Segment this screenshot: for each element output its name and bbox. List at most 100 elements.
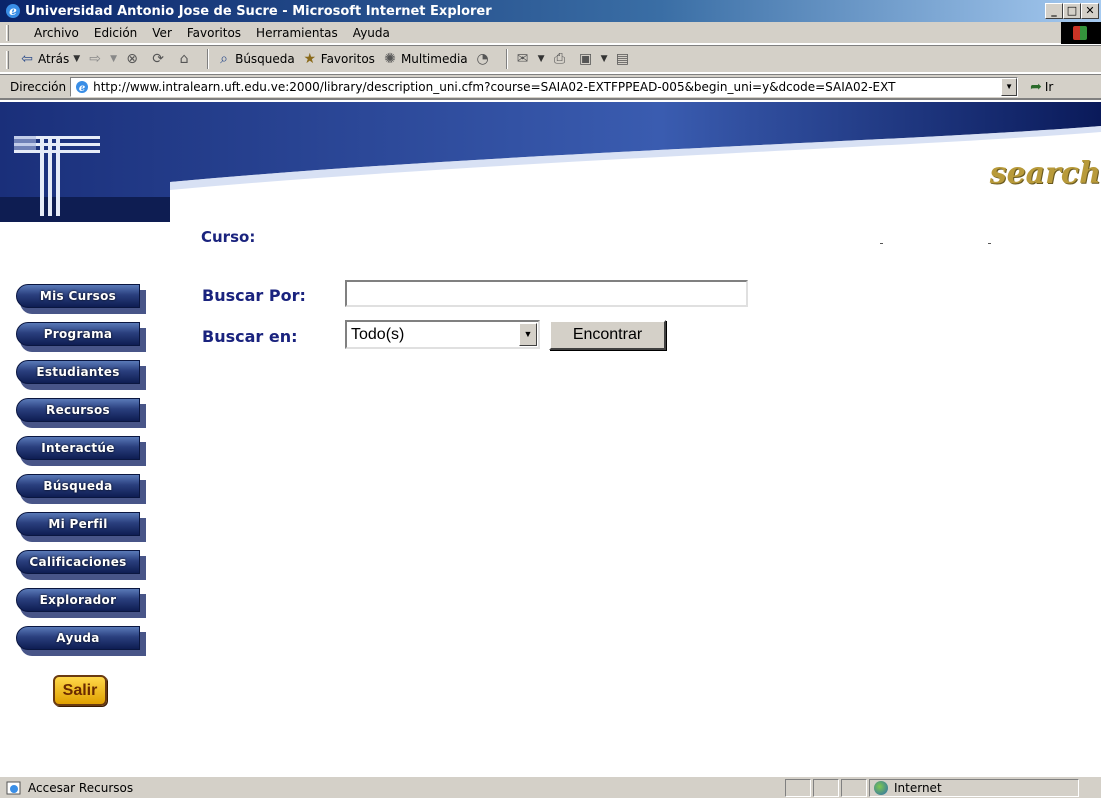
close-button[interactable]: ✕ xyxy=(1081,3,1099,19)
chevron-down-icon[interactable]: ▼ xyxy=(519,323,537,346)
university-logo xyxy=(14,136,100,216)
buscar-por-label: Buscar Por: xyxy=(202,286,306,305)
nav-label: Calificaciones xyxy=(29,555,127,569)
buscar-en-select[interactable]: Todo(s) ▼ xyxy=(345,320,540,349)
curso-label: Curso: xyxy=(201,228,256,246)
favorites-icon: ★ xyxy=(303,51,317,67)
menu-favoritos[interactable]: Favoritos xyxy=(187,26,241,40)
buscar-en-label: Buscar en: xyxy=(202,327,298,346)
nav-pill: Estudiantes xyxy=(16,360,140,384)
print-button[interactable]: ⎙ xyxy=(551,50,571,68)
menu-ver[interactable]: Ver xyxy=(152,26,172,40)
stop-icon: ⊗ xyxy=(126,51,138,67)
refresh-button[interactable]: ⟳ xyxy=(149,50,169,68)
go-button[interactable]: ➦ Ir xyxy=(1030,79,1053,95)
menu-edicion[interactable]: Edición xyxy=(94,26,137,40)
address-label: Dirección xyxy=(10,79,67,94)
history-button[interactable]: ◔ xyxy=(474,50,494,68)
nav-pill: Búsqueda xyxy=(16,474,140,498)
menu-bar: Archivo Edición Ver Favoritos Herramient… xyxy=(0,22,1101,44)
favorites-label: Favoritos xyxy=(320,52,375,66)
nav-label: Búsqueda xyxy=(43,479,113,493)
mail-icon: ✉ xyxy=(516,51,529,67)
menu-ayuda[interactable]: Ayuda xyxy=(353,26,390,40)
menu-archivo[interactable]: Archivo xyxy=(34,26,79,40)
menu-herramientas[interactable]: Herramientas xyxy=(256,26,338,40)
search-button[interactable]: ⌕ Búsqueda xyxy=(215,50,295,68)
menu-grip-handle[interactable] xyxy=(6,25,9,41)
salir-button[interactable]: Salir xyxy=(53,675,107,706)
nav-pill: Interactúe xyxy=(16,436,140,460)
forward-button[interactable]: ⇨ ▼ xyxy=(86,50,117,68)
sidebar-item-mis-cursos[interactable]: Mis Cursos xyxy=(16,284,146,315)
sidebar-item-calificaciones[interactable]: Calificaciones xyxy=(16,550,146,581)
status-cell xyxy=(785,778,811,797)
back-arrow-icon: ⇦ xyxy=(21,51,33,67)
search-logo-text: search xyxy=(989,156,1101,191)
back-label: Atrás xyxy=(38,52,70,66)
divider-dot xyxy=(880,243,883,244)
toolbar-grip-handle[interactable] xyxy=(6,51,9,69)
buscar-en-selected: Todo(s) xyxy=(351,325,405,343)
buscar-por-input[interactable] xyxy=(345,280,748,307)
go-arrow-icon: ➦ xyxy=(1030,78,1042,95)
print-icon: ⎙ xyxy=(553,51,566,67)
edit-button[interactable]: ▣ ▼ xyxy=(577,50,608,68)
back-dropdown-icon[interactable]: ▼ xyxy=(73,54,80,64)
address-input[interactable]: e http://www.intralearn.uft.edu.ve:2000/… xyxy=(70,76,1019,97)
divider-dot xyxy=(988,243,991,244)
sidebar-item-ayuda[interactable]: Ayuda xyxy=(16,626,146,657)
banner-swoosh xyxy=(0,102,1101,222)
maximize-button[interactable]: □ xyxy=(1063,3,1081,19)
address-url: http://www.intralearn.uft.edu.ve:2000/li… xyxy=(93,79,896,94)
favorites-button[interactable]: ★ Favoritos xyxy=(301,50,375,68)
status-cell xyxy=(841,778,867,797)
sidebar-item-interactue[interactable]: Interactúe xyxy=(16,436,146,467)
window-controls: _ □ ✕ xyxy=(1045,3,1099,19)
home-icon: ⌂ xyxy=(179,51,189,67)
status-bar: Accesar Recursos Internet xyxy=(0,776,1101,798)
history-icon: ◔ xyxy=(476,51,489,67)
search-label: Búsqueda xyxy=(235,52,295,66)
forward-arrow-icon: ⇨ xyxy=(89,51,102,67)
nav-label: Ayuda xyxy=(56,631,100,645)
discuss-icon: ▤ xyxy=(615,51,630,67)
discuss-button[interactable]: ▤ xyxy=(614,50,634,68)
address-bar: Dirección e http://www.intralearn.uft.ed… xyxy=(0,74,1101,100)
nav-pill: Calificaciones xyxy=(16,550,140,574)
mail-button[interactable]: ✉ ▼ xyxy=(514,50,545,68)
address-dropdown-icon[interactable]: ▼ xyxy=(1001,77,1018,96)
sidebar-item-recursos[interactable]: Recursos xyxy=(16,398,146,429)
nav-label: Programa xyxy=(43,327,113,341)
minimize-button[interactable]: _ xyxy=(1045,3,1063,19)
home-button[interactable]: ⌂ xyxy=(175,50,195,68)
security-zone: Internet xyxy=(869,778,1079,797)
internet-explorer-icon: e xyxy=(6,4,20,18)
go-label: Ir xyxy=(1044,79,1054,94)
svg-text:e: e xyxy=(79,83,85,94)
encontrar-button[interactable]: Encontrar xyxy=(549,320,666,350)
status-cell xyxy=(813,778,839,797)
sidebar-item-programa[interactable]: Programa xyxy=(16,322,146,353)
nav-pill: Mi Perfil xyxy=(16,512,140,536)
multimedia-icon: ✺ xyxy=(384,51,396,67)
sidebar-item-mi-perfil[interactable]: Mi Perfil xyxy=(16,512,146,543)
mail-dropdown-icon[interactable]: ▼ xyxy=(538,54,545,64)
nav-label: Mi Perfil xyxy=(48,517,108,531)
multimedia-button[interactable]: ✺ Multimedia xyxy=(381,50,468,68)
stop-button[interactable]: ⊗ xyxy=(123,50,143,68)
toolbar-separator xyxy=(505,49,508,69)
globe-icon xyxy=(874,780,888,795)
sidebar-item-explorador[interactable]: Explorador xyxy=(16,588,146,619)
sidebar-item-busqueda[interactable]: Búsqueda xyxy=(16,474,146,505)
page-icon: e xyxy=(76,80,89,94)
nav-label: Explorador xyxy=(39,593,117,607)
sidebar-item-estudiantes[interactable]: Estudiantes xyxy=(16,360,146,391)
search-icon: ⌕ xyxy=(220,51,229,67)
nav-pill: Ayuda xyxy=(16,626,140,650)
back-button[interactable]: ⇦ Atrás ▼ xyxy=(18,50,80,68)
forward-dropdown-icon[interactable]: ▼ xyxy=(110,54,117,64)
nav-pill: Explorador xyxy=(16,588,140,612)
edit-dropdown-icon[interactable]: ▼ xyxy=(601,54,608,64)
window-title-bar[interactable]: e Universidad Antonio Jose de Sucre - Mi… xyxy=(0,0,1101,22)
